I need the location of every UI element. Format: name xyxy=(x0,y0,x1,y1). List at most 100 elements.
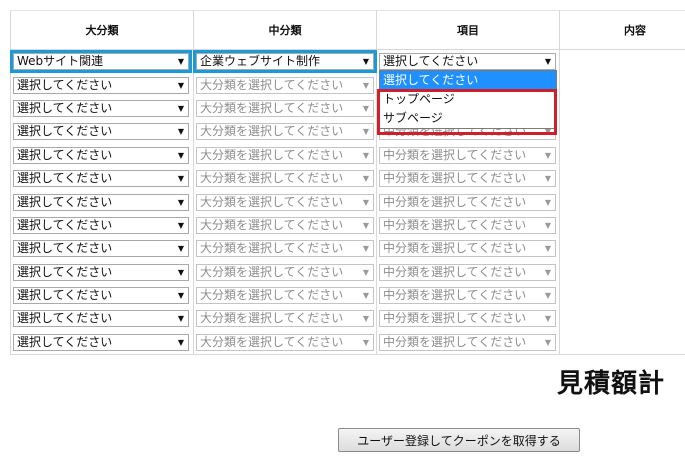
table-cell: 中分類を選択してください ▼ xyxy=(376,213,560,238)
table-cell: 中分類を選択してください ▼ xyxy=(376,260,560,284)
table-header-row: 大分類 中分類 項目 内容 xyxy=(10,10,685,50)
major-category-select[interactable]: 選択してください ▼ xyxy=(13,216,189,234)
estimate-table: 大分類 中分類 項目 内容 Webサイト関連 ▼ 企業ウェブサイト制作 ▼ 選択してくだ… xyxy=(10,10,685,356)
major-category-select[interactable]: 選択してください ▼ xyxy=(13,146,189,164)
content-cell xyxy=(559,283,685,308)
chevron-down-icon: ▼ xyxy=(174,217,188,233)
table-row: 選択してください▼大分類を選択してください▼中分類を選択してください▼ xyxy=(10,307,685,331)
table-cell: 選択してください ▼ xyxy=(10,213,194,238)
select-value: 選択してください xyxy=(17,171,113,186)
header-middle-category: 中分類 xyxy=(193,10,377,50)
select-value: 大分類を選択してください xyxy=(200,334,344,349)
chevron-down-icon: ▼ xyxy=(541,311,555,327)
major-category-select[interactable]: 選択してください ▼ xyxy=(13,170,189,188)
chevron-down-icon: ▼ xyxy=(359,124,373,140)
middle-category-select: 大分類を選択してください ▼ xyxy=(196,193,374,211)
major-category-select[interactable]: 選択してください ▼ xyxy=(13,99,189,117)
chevron-down-icon: ▼ xyxy=(174,171,188,187)
table-cell: 選択してください ▼ xyxy=(10,166,194,191)
chevron-down-icon: ▼ xyxy=(174,54,188,70)
chevron-down-icon: ▼ xyxy=(174,264,188,280)
major-category-select[interactable]: 選択してください ▼ xyxy=(13,287,189,305)
header-content: 内容 xyxy=(559,10,685,50)
select-value: 選択してください xyxy=(17,194,113,209)
dropdown-option-sub-page[interactable]: サブページ xyxy=(380,109,556,128)
table-row: 選択してください▼大分類を選択してください▼中分類を選択してください▼ xyxy=(10,73,685,97)
table-cell: 中分類を選択してください ▼ xyxy=(376,166,560,191)
table-row: 選択してください▼大分類を選択してください▼中分類を選択してください▼ xyxy=(10,190,685,214)
chevron-down-icon: ▼ xyxy=(541,334,555,350)
table-cell: 大分類を選択してください ▼ xyxy=(193,73,377,97)
table-cell: 選択してください ▼ xyxy=(10,190,194,214)
chevron-down-icon: ▼ xyxy=(174,194,188,210)
item-select: 中分類を選択してください ▼ xyxy=(379,263,556,281)
major-category-select[interactable]: 選択してください ▼ xyxy=(13,76,189,94)
chevron-down-icon: ▼ xyxy=(541,264,555,280)
chevron-down-icon: ▼ xyxy=(174,77,188,93)
middle-category-select: 大分類を選択してください ▼ xyxy=(196,263,374,281)
content-cell xyxy=(559,213,685,238)
middle-category-select: 大分類を選択してください ▼ xyxy=(196,310,374,328)
content-cell xyxy=(559,260,685,284)
chevron-down-icon: ▼ xyxy=(359,194,373,210)
dropdown-option-top-page[interactable]: トップページ xyxy=(380,90,556,109)
major-category-select[interactable]: Webサイト関連 ▼ xyxy=(10,50,192,74)
major-category-select[interactable]: 選択してください ▼ xyxy=(13,333,189,351)
chevron-down-icon: ▼ xyxy=(174,334,188,350)
item-dropdown-list: 選択してください トップページ サブページ xyxy=(379,70,557,129)
table-row: 選択してください▼大分類を選択してください▼中分類を選択してください▼ xyxy=(10,330,685,356)
select-value: 中分類を選択してください xyxy=(383,264,527,279)
select-value: 選択してください xyxy=(17,264,113,279)
chevron-down-icon: ▼ xyxy=(541,288,555,304)
table-cell: 大分類を選択してください ▼ xyxy=(193,307,377,331)
content-cell xyxy=(559,166,685,191)
item-select: 中分類を選択してください ▼ xyxy=(379,216,556,234)
dropdown-option-placeholder[interactable]: 選択してください xyxy=(380,71,556,90)
content-cell xyxy=(559,49,685,74)
major-category-select[interactable]: 選択してください ▼ xyxy=(13,263,189,281)
middle-category-select[interactable]: 企業ウェブサイト制作 ▼ xyxy=(193,50,377,74)
table-cell: 中分類を選択してください ▼ xyxy=(376,190,560,214)
content-cell xyxy=(559,143,685,167)
select-value: 選択してください xyxy=(17,147,113,162)
table-row: 選択してください▼大分類を選択してください▼中分類を選択してください▼ xyxy=(10,96,685,121)
table-row: 選択してください▼大分類を選択してください▼中分類を選択してください▼ xyxy=(10,213,685,238)
select-value: 大分類を選択してください xyxy=(200,311,344,326)
chevron-down-icon: ▼ xyxy=(359,147,373,163)
chevron-down-icon: ▼ xyxy=(359,311,373,327)
chevron-down-icon: ▼ xyxy=(174,124,188,140)
select-value: 大分類を選択してください xyxy=(200,171,344,186)
major-category-select[interactable]: 選択してください ▼ xyxy=(13,193,189,211)
major-category-select[interactable]: 選択してください ▼ xyxy=(13,123,189,141)
major-category-select[interactable]: 選択してください ▼ xyxy=(13,310,189,328)
select-value: 中分類を選択してください xyxy=(383,147,527,162)
chevron-down-icon: ▼ xyxy=(541,171,555,187)
table-cell: 大分類を選択してください ▼ xyxy=(193,190,377,214)
register-coupon-button[interactable]: ユーザー登録してクーポンを取得する xyxy=(338,428,580,452)
select-value: 中分類を選択してください xyxy=(383,194,527,209)
table-cell: 大分類を選択してください ▼ xyxy=(193,283,377,308)
select-value: 中分類を選択してください xyxy=(383,217,527,232)
select-value: 大分類を選択してください xyxy=(200,147,344,162)
table-cell: 選択してください ▼ xyxy=(10,237,194,261)
content-cell xyxy=(559,190,685,214)
chevron-down-icon: ▼ xyxy=(541,217,555,233)
table-cell: 選択してください ▼ xyxy=(10,143,194,167)
table-cell: 選択してください ▼ xyxy=(10,330,194,356)
select-value: 中分類を選択してください xyxy=(383,171,527,186)
chevron-down-icon: ▼ xyxy=(174,311,188,327)
chevron-down-icon: ▼ xyxy=(359,288,373,304)
item-select[interactable]: 選択してください ▼ xyxy=(379,53,556,71)
table-cell: 大分類を選択してください ▼ xyxy=(193,260,377,284)
select-value: 大分類を選択してください xyxy=(200,288,344,303)
content-cell xyxy=(559,330,685,356)
table-cell: 中分類を選択してください ▼ xyxy=(376,237,560,261)
chevron-down-icon: ▼ xyxy=(359,77,373,93)
content-cell xyxy=(559,73,685,97)
table-cell: 大分類を選択してください ▼ xyxy=(193,166,377,191)
table-row: 選択してください▼ 大分類を選択してください ▼ 中分類を選択してください ▼ xyxy=(10,283,685,308)
select-value: 中分類を選択してください xyxy=(383,288,527,303)
table-row: 選択してください ▼ 大分類を選択してください▼ 中分類を選択してください ▼ xyxy=(10,166,685,191)
major-category-select[interactable]: 選択してください ▼ xyxy=(13,240,189,258)
table-row: 選択してください▼大分類を選択してください▼中分類を選択してください▼ xyxy=(10,143,685,167)
